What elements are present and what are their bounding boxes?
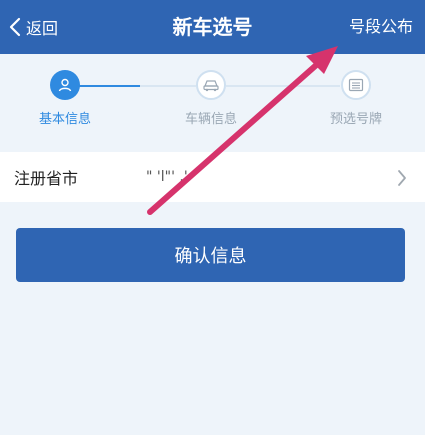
step-indicator-inactive [196,70,226,100]
announce-button[interactable]: 号段公布 [349,10,413,44]
step-plate-preselect: 预选号牌 [296,70,416,127]
confirm-info-button[interactable]: 确认信息 [16,228,405,282]
step-indicator-active [50,70,80,100]
step-basic-info: 基本信息 [5,70,125,127]
step-indicator-inactive [341,70,371,100]
chevron-left-icon [9,17,21,37]
step-label: 预选号牌 [329,112,382,127]
back-label: 返回 [26,19,59,38]
back-button[interactable]: 返回 [8,10,58,44]
step-vehicle-info: 车辆信息 [151,70,271,127]
car-icon [203,80,219,92]
progress-steps: 基本信息 车辆信息 预选号牌 [0,54,425,144]
step-label: 车辆信息 [184,112,237,127]
registration-value: " 'l"' .' [146,169,188,185]
chevron-right-icon [398,170,406,186]
user-icon [58,78,72,92]
registration-label: 注册省市 [14,169,79,188]
registration-province-row[interactable]: 注册省市 " 'l"' .' [0,152,425,202]
step-label: 基本信息 [38,112,91,127]
top-bar: 返回 新车选号 号段公布 [0,0,425,54]
plate-icon [348,78,364,92]
